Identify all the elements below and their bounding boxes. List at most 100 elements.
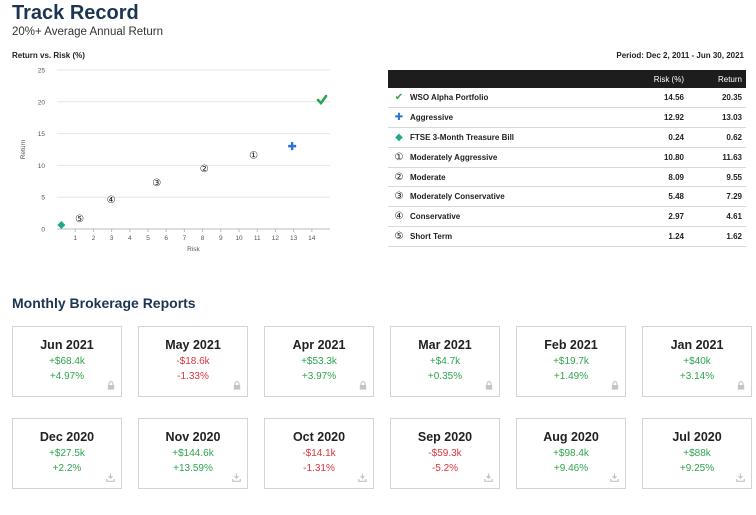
report-month: Aug 2020 — [543, 430, 599, 444]
report-month: Jul 2020 — [672, 430, 722, 444]
risk-header: Risk (%) — [618, 70, 688, 88]
report-month: May 2021 — [165, 338, 221, 352]
y-tick-label: 10 — [38, 163, 46, 170]
legend-marker-icon: ✔ — [388, 88, 410, 109]
report-card[interactable]: Aug 2020 +$98.4k +9.46% — [516, 418, 626, 489]
x-tick-label: 13 — [290, 235, 298, 242]
report-percent: -5.2% — [431, 463, 459, 474]
report-percent: -1.31% — [303, 463, 335, 474]
y-axis-label: Return — [20, 139, 27, 159]
download-icon[interactable] — [232, 473, 241, 484]
report-card[interactable]: Feb 2021 +$19.7k +1.49% — [516, 326, 626, 397]
risk-value: 14.56 — [618, 88, 688, 109]
x-tick-label: 14 — [308, 235, 316, 242]
data-point-circled-number: ② — [200, 164, 209, 175]
table-row: ✔ WSO Alpha Portfolio 14.56 20.35 — [388, 88, 746, 109]
report-amount: +$68.4k — [49, 356, 85, 367]
lock-icon[interactable] — [107, 381, 115, 392]
table-row: ④ Conservative 2.97 4.61 — [388, 206, 746, 228]
table-row: ① Moderately Aggressive 10.80 11.63 — [388, 147, 746, 168]
x-tick-label: 2 — [92, 235, 96, 242]
report-card[interactable]: Sep 2020 -$59.3k -5.2% — [390, 418, 500, 489]
chart-title: Return vs. Risk (%) — [12, 51, 85, 60]
y-tick-label: 15 — [38, 131, 46, 138]
report-card[interactable]: Jul 2020 +$88k +9.25% — [642, 418, 752, 489]
return-value: 13.03 — [688, 107, 746, 129]
report-percent: +9.46% — [553, 463, 589, 474]
risk-value: 8.09 — [618, 167, 688, 188]
report-percent: +13.59% — [173, 463, 213, 474]
risk-value: 2.97 — [618, 206, 688, 228]
report-month: Apr 2021 — [292, 338, 346, 352]
report-amount: +$27.5k — [49, 448, 85, 459]
return-value: 1.62 — [688, 226, 746, 247]
report-percent: +3.14% — [679, 371, 715, 382]
x-tick-label: 4 — [128, 235, 132, 242]
lock-icon[interactable] — [485, 381, 493, 392]
table-row: ⑤ Short Term 1.24 1.62 — [388, 226, 746, 247]
lock-icon[interactable] — [359, 381, 367, 392]
download-icon[interactable] — [106, 473, 115, 484]
data-point-circled-number: ③ — [152, 178, 161, 189]
risk-value: 0.24 — [618, 127, 688, 148]
report-card[interactable]: May 2021 -$18.6k -1.33% — [138, 326, 248, 397]
report-percent: +9.25% — [679, 463, 715, 474]
return-header: Return — [688, 70, 746, 88]
icon-header — [388, 70, 410, 88]
table-row: ② Moderate 8.09 9.55 — [388, 167, 746, 188]
data-point-circled-number: ① — [249, 151, 258, 162]
table-row: ◆ FTSE 3-Month Treasure Bill 0.24 0.62 — [388, 127, 746, 148]
download-icon[interactable] — [358, 473, 367, 484]
download-icon[interactable] — [484, 473, 493, 484]
table-row: ③ Moderately Conservative 5.48 7.29 — [388, 186, 746, 208]
portfolio-name: Short Term — [410, 226, 618, 247]
report-card[interactable]: Oct 2020 -$14.1k -1.31% — [264, 418, 374, 489]
return-value: 0.62 — [688, 127, 746, 148]
lock-icon[interactable] — [611, 381, 619, 392]
x-tick-label: 10 — [235, 235, 243, 242]
report-month: Jan 2021 — [670, 338, 724, 352]
table-header-row: Risk (%) Return — [388, 70, 746, 88]
x-tick-label: 8 — [201, 235, 205, 242]
report-card[interactable]: Jan 2021 +$40k +3.14% — [642, 326, 752, 397]
report-card[interactable]: Apr 2021 +$53.3k +3.97% — [264, 326, 374, 397]
risk-value: 5.48 — [618, 186, 688, 208]
legend-marker-icon: ② — [388, 167, 410, 188]
return-vs-risk-chart: 05101520251 2 3 4 5 6 7 8 9 10 11 12 13 14RiskReturn ①… — [20, 68, 330, 253]
report-month: Sep 2020 — [417, 430, 473, 444]
report-month: Dec 2020 — [39, 430, 95, 444]
report-card[interactable]: Dec 2020 +$27.5k +2.2% — [12, 418, 122, 489]
risk-value: 1.24 — [618, 226, 688, 247]
report-month: Oct 2020 — [292, 430, 346, 444]
legend-marker-icon: ③ — [388, 186, 410, 208]
report-amount: +$144.6k — [172, 448, 214, 459]
x-axis-label: Risk — [187, 246, 200, 253]
report-month: Jun 2021 — [40, 338, 94, 352]
lock-icon[interactable] — [233, 381, 241, 392]
portfolio-name: FTSE 3-Month Treasure Bill — [410, 127, 618, 148]
lock-icon[interactable] — [737, 381, 745, 392]
report-amount: -$59.3k — [428, 448, 462, 459]
return-value: 4.61 — [688, 206, 746, 228]
x-tick-label: 12 — [272, 235, 280, 242]
report-card[interactable]: Jun 2021 +$68.4k +4.97% — [12, 326, 122, 397]
data-point-circled-number: ⑤ — [75, 214, 84, 225]
data-point-circled-number: ④ — [107, 195, 116, 206]
legend-marker-icon: ◆ — [388, 127, 410, 148]
report-amount: -$14.1k — [302, 448, 336, 459]
portfolio-name: Aggressive — [410, 107, 618, 129]
x-tick-label: 1 — [73, 235, 77, 242]
report-month: Mar 2021 — [418, 338, 472, 352]
return-value: 7.29 — [688, 186, 746, 208]
report-amount: +$19.7k — [553, 356, 589, 367]
name-header — [410, 70, 618, 88]
portfolio-name: Conservative — [410, 206, 618, 228]
x-tick-label: 5 — [146, 235, 150, 242]
report-card[interactable]: Mar 2021 +$4.7k +0.35% — [390, 326, 500, 397]
download-icon[interactable] — [610, 473, 619, 484]
download-icon[interactable] — [736, 473, 745, 484]
legend-marker-icon: ⑤ — [388, 226, 410, 247]
report-card[interactable]: Nov 2020 +$144.6k +13.59% — [138, 418, 248, 489]
report-month: Nov 2020 — [165, 430, 221, 444]
report-amount: +$4.7k — [429, 356, 461, 367]
